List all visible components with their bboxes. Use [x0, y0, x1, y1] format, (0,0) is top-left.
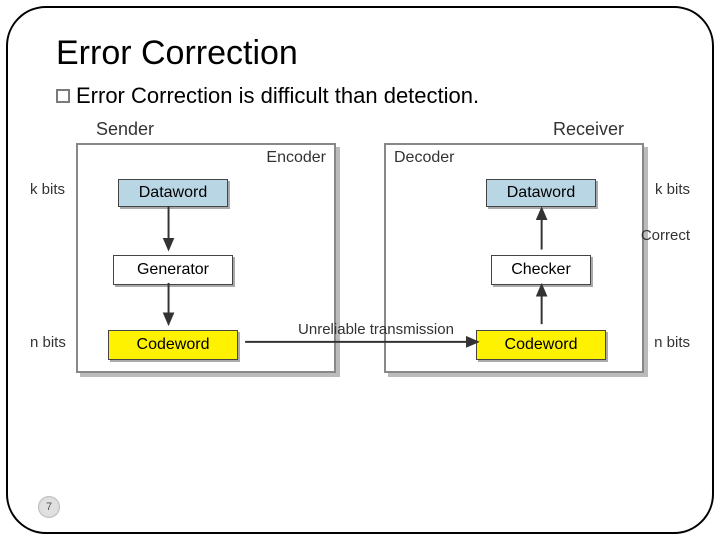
decoder-panel: Decoder Dataword Checker Codeword — [384, 143, 644, 373]
decoder-title: Decoder — [394, 149, 454, 167]
square-bullet-icon — [56, 89, 70, 103]
receiver-label: Receiver — [553, 119, 624, 140]
receiver-nbits-label: n bits — [654, 334, 690, 351]
correct-label: Correct — [641, 227, 690, 244]
receiver-kbits-label: k bits — [655, 181, 690, 198]
slide-frame: Error Correction Error Correction is dif… — [6, 6, 714, 534]
unreliable-label: Unreliable transmission — [291, 321, 461, 338]
generator-block: Generator — [113, 255, 233, 285]
receiver-codeword-block: Codeword — [476, 330, 606, 360]
bullet-text: Error Correction is difficult than detec… — [76, 83, 479, 109]
sender-label: Sender — [96, 119, 154, 140]
slide-title: Error Correction — [56, 34, 684, 73]
receiver-dataword-block: Dataword — [486, 179, 596, 207]
sender-dataword-block: Dataword — [118, 179, 228, 207]
page-number: 7 — [38, 496, 60, 518]
diagram-area: Sender Receiver Encoder Dataword Generat… — [36, 119, 684, 439]
sender-codeword-block: Codeword — [108, 330, 238, 360]
encoder-title: Encoder — [266, 149, 326, 167]
encoder-panel: Encoder Dataword Generator Codeword — [76, 143, 336, 373]
sender-kbits-label: k bits — [30, 181, 65, 198]
bullet-row: Error Correction is difficult than detec… — [56, 83, 684, 109]
checker-block: Checker — [491, 255, 591, 285]
sender-nbits-label: n bits — [30, 334, 66, 351]
